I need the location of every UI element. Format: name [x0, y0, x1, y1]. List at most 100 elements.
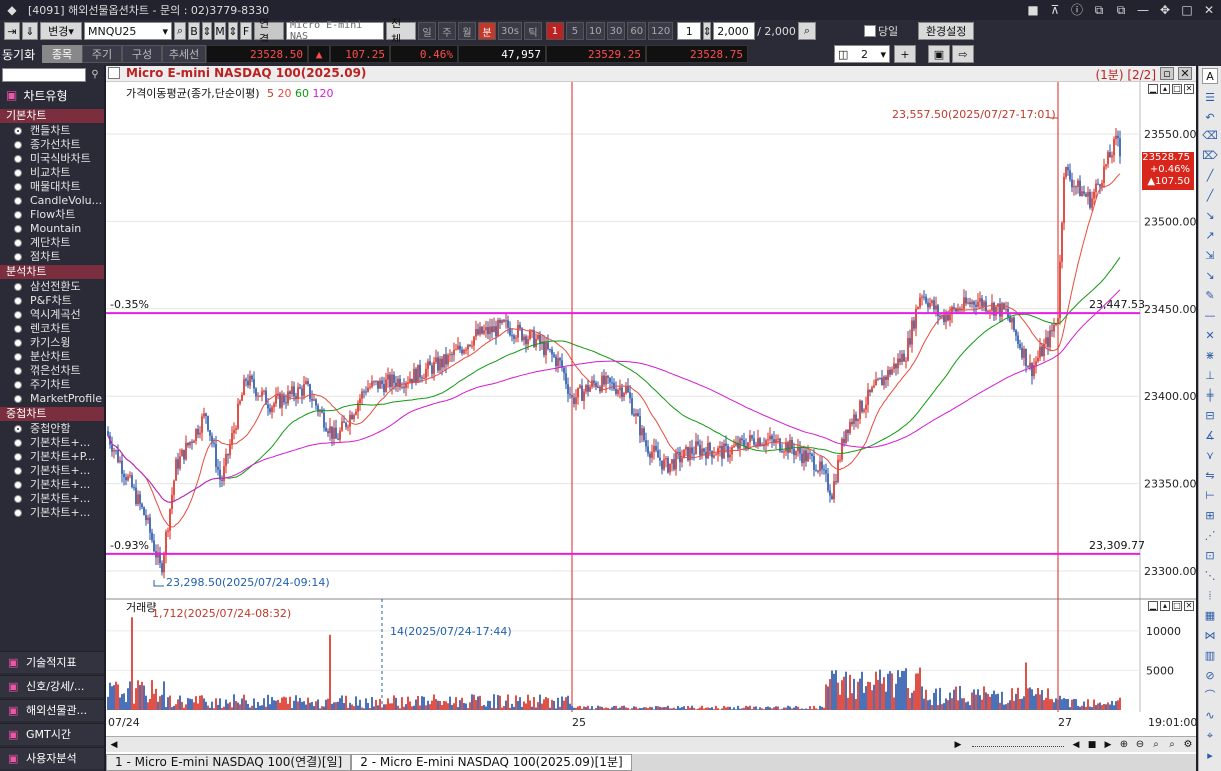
- analysis-chart-item[interactable]: 분산차트: [30, 350, 70, 364]
- basic-chart-item[interactable]: CandleVolu...: [30, 194, 102, 208]
- panel-max-icon[interactable]: □: [1172, 84, 1182, 94]
- basic-chart-radio[interactable]: [14, 169, 22, 177]
- hline-tool-icon[interactable]: —: [1202, 308, 1218, 324]
- link-icon[interactable]: ⧉: [1113, 2, 1129, 18]
- change-button[interactable]: 변경 ▾: [40, 22, 82, 40]
- vline-tool-icon[interactable]: ╪: [1202, 388, 1218, 404]
- tab-symbol[interactable]: 종목: [42, 45, 82, 63]
- close-icon[interactable]: ✕: [1201, 2, 1217, 18]
- channel-tool-icon[interactable]: ⇲: [1202, 248, 1218, 264]
- fan-tool-icon[interactable]: ⋇: [1202, 348, 1218, 364]
- overlay-chart-radio[interactable]: [14, 481, 22, 489]
- basic-chart-radio[interactable]: [14, 155, 22, 163]
- analysis-chart-radio[interactable]: [14, 381, 22, 389]
- vpanel-max-icon[interactable]: □: [1172, 601, 1182, 611]
- next-icon[interactable]: ▶: [1102, 739, 1114, 751]
- category-overlay[interactable]: 중첩차트: [0, 407, 104, 421]
- overlay-chart-item[interactable]: 기본차트+...: [30, 436, 90, 450]
- price-volume-chart[interactable]: 23550.00 23500.00 23450.00 23400.00 23350.00…: [106, 82, 1196, 754]
- move-icon[interactable]: ✥: [1157, 2, 1173, 18]
- bars-tool-icon[interactable]: ▥: [1202, 648, 1218, 664]
- zoom-in-icon[interactable]: ⊕: [1118, 739, 1130, 751]
- stop-icon[interactable]: ■: [1025, 2, 1041, 18]
- panel-up-icon[interactable]: ▴: [1160, 84, 1170, 94]
- zoom-reset-icon[interactable]: ⌕: [1150, 739, 1162, 751]
- chart-select-checkbox[interactable]: [108, 67, 120, 79]
- overlay-chart-item[interactable]: 기본차트+...: [30, 464, 90, 478]
- line-tool-icon[interactable]: ╱: [1202, 188, 1218, 204]
- sidebar-bottom-item[interactable]: ▣ 해외선물관...: [0, 699, 104, 721]
- list-tool-icon[interactable]: ☰: [1202, 90, 1218, 106]
- period-tool-icon[interactable]: ⊟: [1202, 408, 1218, 424]
- search-icon[interactable]: ⌕: [174, 22, 186, 40]
- sidebar-search-input[interactable]: [2, 68, 86, 82]
- period-tick[interactable]: 틱: [523, 22, 542, 40]
- overlay-chart-radio[interactable]: [14, 439, 22, 447]
- period-day[interactable]: 일: [418, 22, 436, 40]
- analysis-chart-radio[interactable]: [14, 353, 22, 361]
- scroll-left-icon[interactable]: ◀: [108, 739, 120, 751]
- overlay-chart-radio[interactable]: [14, 495, 22, 503]
- arrow-tool-icon[interactable]: ↘: [1202, 268, 1218, 284]
- pin-icon[interactable]: ⊼: [1047, 2, 1063, 18]
- copy-icon[interactable]: ⧉: [1091, 2, 1107, 18]
- basic-chart-item[interactable]: 비교차트: [30, 166, 70, 180]
- overlay-chart-radio[interactable]: [14, 453, 22, 461]
- arc-tool-icon[interactable]: ⌒: [1202, 688, 1218, 704]
- more-tools-icon[interactable]: ▸: [1202, 748, 1218, 764]
- analysis-chart-item[interactable]: 꺾은선차트: [30, 364, 81, 378]
- all-button[interactable]: 전체: [386, 17, 416, 46]
- wave-tool-icon[interactable]: ∿: [1202, 708, 1218, 724]
- vpanel-up-icon[interactable]: ▴: [1160, 601, 1170, 611]
- fibo-fan-icon[interactable]: ⋰: [1202, 528, 1218, 544]
- basic-chart-radio[interactable]: [14, 225, 22, 233]
- chart-settings-icon[interactable]: ⚙: [1182, 739, 1194, 751]
- basic-chart-item[interactable]: 매물대차트: [30, 180, 81, 194]
- basic-chart-item[interactable]: Flow차트: [30, 208, 75, 222]
- basic-chart-radio[interactable]: [14, 183, 22, 191]
- zoom-out-icon[interactable]: ⊖: [1134, 739, 1146, 751]
- interval-5[interactable]: 5: [565, 22, 584, 40]
- analysis-chart-item[interactable]: 삼선전환도: [30, 280, 81, 294]
- link-button[interactable]: 연결: [254, 17, 284, 46]
- maximize-icon[interactable]: □: [1179, 2, 1195, 18]
- cross-tool-icon[interactable]: ✕: [1202, 328, 1218, 344]
- tab-chart-2[interactable]: 2 - Micro E-mini NASDAQ 100(2025.09)[1분]: [351, 754, 632, 771]
- tab-config[interactable]: 구성: [122, 45, 162, 63]
- analysis-chart-item[interactable]: 주기차트: [30, 378, 70, 392]
- overlay-chart-item[interactable]: 기본차트+...: [30, 492, 90, 506]
- period-month[interactable]: 월: [458, 22, 476, 40]
- chart-close-icon[interactable]: ✕: [1178, 67, 1192, 80]
- settings-button[interactable]: 환경설정: [918, 22, 975, 40]
- sidebar-bottom-item[interactable]: ▣ 신호/강세/...: [0, 675, 104, 697]
- overlay-chart-radio[interactable]: [14, 467, 22, 475]
- updown-icon[interactable]: ⇕: [202, 22, 212, 40]
- cursor-tool-icon[interactable]: ⌖: [1202, 728, 1218, 744]
- zoom-fit-icon[interactable]: ⌕: [1166, 739, 1178, 751]
- angle-tool-icon[interactable]: ∡: [1202, 428, 1218, 444]
- prev-icon[interactable]: ◀: [1070, 739, 1082, 751]
- export-icon[interactable]: ⇨: [952, 45, 974, 63]
- overlay-chart-item[interactable]: 기본차트+P...: [30, 450, 95, 464]
- analysis-chart-radio[interactable]: [14, 283, 22, 291]
- analysis-chart-radio[interactable]: [14, 311, 22, 319]
- overlay-chart-item[interactable]: 중첩안함: [30, 422, 70, 436]
- split-tool-icon[interactable]: ⊥: [1202, 368, 1218, 384]
- interval-30[interactable]: 30: [606, 22, 626, 40]
- sidebar-bottom-item[interactable]: ▣ 기술적지표: [0, 651, 104, 673]
- extended-line-icon[interactable]: ↗: [1202, 228, 1218, 244]
- basic-chart-radio[interactable]: [14, 141, 22, 149]
- fibo-tool-icon[interactable]: ⊞: [1202, 508, 1218, 524]
- tab-chart-1[interactable]: 1 - Micro E-mini NASDAQ 100(연결)[일]: [106, 754, 352, 771]
- vpanel-min-icon[interactable]: ▁: [1148, 601, 1158, 611]
- m-button[interactable]: M: [214, 22, 226, 40]
- gann-tool-icon[interactable]: ⊡: [1202, 548, 1218, 564]
- basic-chart-item[interactable]: 미국식바차트: [30, 152, 91, 166]
- trendline-tool-icon[interactable]: ╱: [1202, 168, 1218, 184]
- time-zone-icon[interactable]: ⦙: [1202, 588, 1218, 604]
- basic-chart-radio[interactable]: [14, 253, 22, 261]
- ellipse-tool-icon[interactable]: ⊘: [1202, 668, 1218, 684]
- stop-scroll-icon[interactable]: ■: [1086, 739, 1098, 751]
- info-icon[interactable]: ⓘ: [1069, 2, 1085, 18]
- basic-chart-radio[interactable]: [14, 127, 22, 135]
